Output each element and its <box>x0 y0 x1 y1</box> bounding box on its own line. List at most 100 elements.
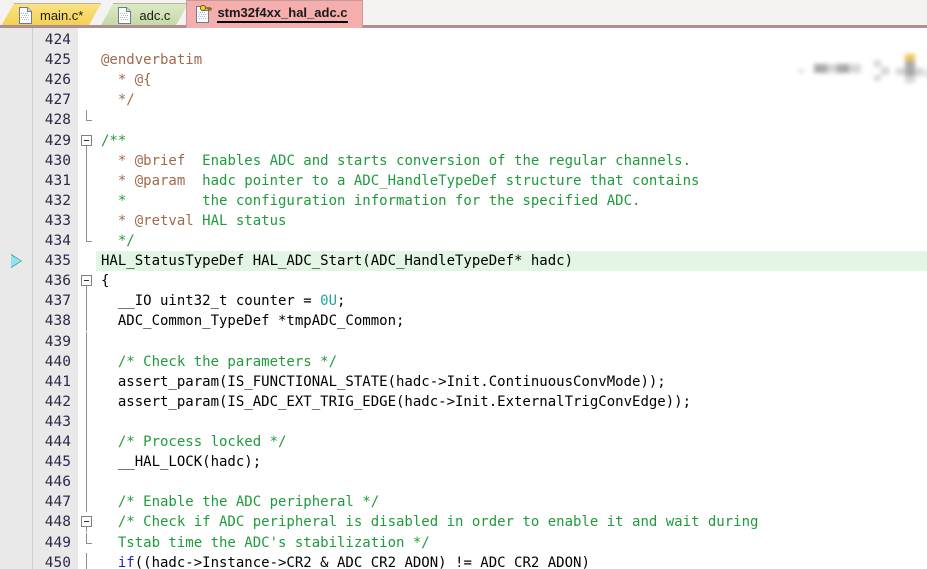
code-token: /* Check if ADC peripheral is disabled i… <box>101 514 759 531</box>
tab-bar-empty-area <box>360 1 927 28</box>
code-line[interactable]: HAL_StatusTypeDef HAL_ADC_Start(ADC_Hand… <box>96 251 927 272</box>
code-line[interactable]: * @retval HAL status <box>96 211 927 231</box>
fold-collapse-icon[interactable] <box>81 134 92 146</box>
code-line[interactable]: /* Check if ADC peripheral is disabled i… <box>96 512 927 532</box>
fold-line <box>86 150 87 171</box>
code-token: 0U <box>320 293 338 310</box>
line-number: 426 <box>44 72 71 89</box>
line-number: 436 <box>44 273 71 290</box>
code-line[interactable]: * @param hadc pointer to a ADC_HandleTyp… <box>96 171 927 191</box>
line-number: 428 <box>44 112 71 129</box>
code-line[interactable] <box>96 332 927 352</box>
fold-line <box>86 452 87 473</box>
code-line[interactable]: Tstab time the ADC's stabilization */ <box>96 533 927 553</box>
code-line[interactable]: /* Check the parameters */ <box>96 352 927 372</box>
line-number: 425 <box>44 52 71 69</box>
code-line[interactable]: * @brief Enables ADC and starts conversi… <box>96 151 927 171</box>
code-token: * <box>101 152 135 169</box>
code-token: * <box>101 212 135 229</box>
code-line[interactable]: assert_param(IS_ADC_EXT_TRIG_EDGE(hadc->… <box>96 392 927 412</box>
code-token: __IO uint32_t counter = <box>101 293 321 310</box>
breakpoint-gutter[interactable] <box>0 28 33 569</box>
fold-line <box>86 391 87 412</box>
code-line[interactable]: __HAL_LOCK(hadc); <box>96 452 927 472</box>
code-token: ((hadc->Instance->CR2 & ADC_CR2_ADON) !=… <box>134 554 590 569</box>
code-line[interactable]: /* Enable the ADC peripheral */ <box>96 492 927 512</box>
code-token: @brief <box>134 152 186 169</box>
editor-window: main.c* adc.c stm32f4xx_hal_adc.c 424 425 42… <box>0 0 927 569</box>
code-token: if <box>101 554 135 569</box>
fold-end-icon <box>86 241 92 243</box>
code-folding-gutter[interactable] <box>78 28 96 569</box>
fold-collapse-icon[interactable] <box>81 516 92 528</box>
code-token: * @{ <box>101 72 152 89</box>
line-number: 441 <box>44 373 71 390</box>
fold-line <box>86 411 87 432</box>
fold-line <box>86 170 87 191</box>
tab-label: stm32f4xx_hal_adc.c <box>217 6 348 23</box>
tab-label: main.c* <box>40 8 84 23</box>
code-line[interactable]: * @{ <box>96 70 927 90</box>
line-number: 431 <box>44 172 71 189</box>
c-file-readonly-icon <box>195 4 213 23</box>
code-token: ADC_Common_TypeDef *tmpADC_Common; <box>101 313 405 330</box>
fold-collapse-icon[interactable] <box>81 275 92 287</box>
code-line[interactable]: */ <box>96 90 927 110</box>
fold-line <box>86 110 87 121</box>
code-token: @retval <box>134 212 194 229</box>
line-number: 443 <box>44 413 71 430</box>
fold-end-icon <box>86 120 92 122</box>
line-number: 450 <box>44 554 71 569</box>
c-file-icon <box>18 7 33 24</box>
code-line[interactable] <box>96 472 927 492</box>
key-icon <box>200 4 213 13</box>
line-number: 434 <box>44 233 71 249</box>
code-token: Enables ADC and starts conversion of the… <box>185 152 692 169</box>
editor-tab-stm32f4xx-hal-adc-c[interactable]: stm32f4xx_hal_adc.c <box>186 0 363 28</box>
fold-end-icon <box>86 542 92 544</box>
code-token: /* Enable the ADC peripheral */ <box>101 494 380 511</box>
code-line[interactable]: @endverbatim <box>96 50 927 70</box>
fold-line <box>86 492 87 513</box>
code-token: __HAL_LOCK(hadc); <box>101 454 262 471</box>
line-number-gutter: 424 425 426 427 428 429 430 431 432 433 434 435 436 4… <box>33 28 78 569</box>
code-token: assert_param(IS_ADC_EXT_TRIG_EDGE(hadc->… <box>101 393 692 410</box>
line-number: 440 <box>44 353 71 370</box>
code-line[interactable]: __IO uint32_t counter = 0U; <box>96 291 927 311</box>
line-number: 429 <box>44 132 71 149</box>
code-token: /* Process locked */ <box>101 434 287 450</box>
code-token: HAL status <box>193 212 287 229</box>
code-line[interactable] <box>96 412 927 432</box>
fold-line <box>86 311 87 332</box>
code-line[interactable]: assert_param(IS_FUNCTIONAL_STATE(hadc->I… <box>96 372 927 392</box>
fold-line <box>86 351 87 372</box>
fold-line <box>86 371 87 392</box>
fold-line <box>86 331 87 352</box>
code-line[interactable]: */ <box>96 231 927 251</box>
code-line[interactable]: /* Process locked */ <box>96 432 927 452</box>
fold-line <box>86 291 87 312</box>
code-line[interactable]: * the configuration information for the … <box>96 191 927 211</box>
code-line[interactable]: if((hadc->Instance->CR2 & ADC_CR2_ADON) … <box>96 553 927 569</box>
line-number: 444 <box>44 434 71 450</box>
code-token: */ <box>101 92 135 109</box>
code-line[interactable]: ADC_Common_TypeDef *tmpADC_Common; <box>96 311 927 331</box>
code-text-area[interactable]: @endverbatim * @{ */ /** * @brief Enables… <box>96 28 927 569</box>
fold-line <box>86 190 87 211</box>
code-token: */ <box>101 233 135 249</box>
code-token: /** <box>101 132 127 149</box>
line-number: 427 <box>44 92 71 109</box>
code-token: @param <box>134 172 186 189</box>
line-number: 439 <box>44 333 71 350</box>
code-line[interactable]: { <box>96 271 927 291</box>
c-file-icon <box>117 7 132 24</box>
code-token: { <box>101 273 110 290</box>
code-editor[interactable]: 424 425 426 427 428 429 430 431 432 433 434 435 436 4… <box>0 28 927 569</box>
code-line[interactable]: /** <box>96 131 927 151</box>
code-token: * the configuration information for the … <box>101 192 641 209</box>
fold-line <box>86 552 87 569</box>
editor-tab-bar: main.c* adc.c stm32f4xx_hal_adc.c <box>0 0 927 28</box>
line-number: 449 <box>44 534 71 551</box>
code-line[interactable] <box>96 110 927 130</box>
code-line[interactable] <box>96 30 927 50</box>
